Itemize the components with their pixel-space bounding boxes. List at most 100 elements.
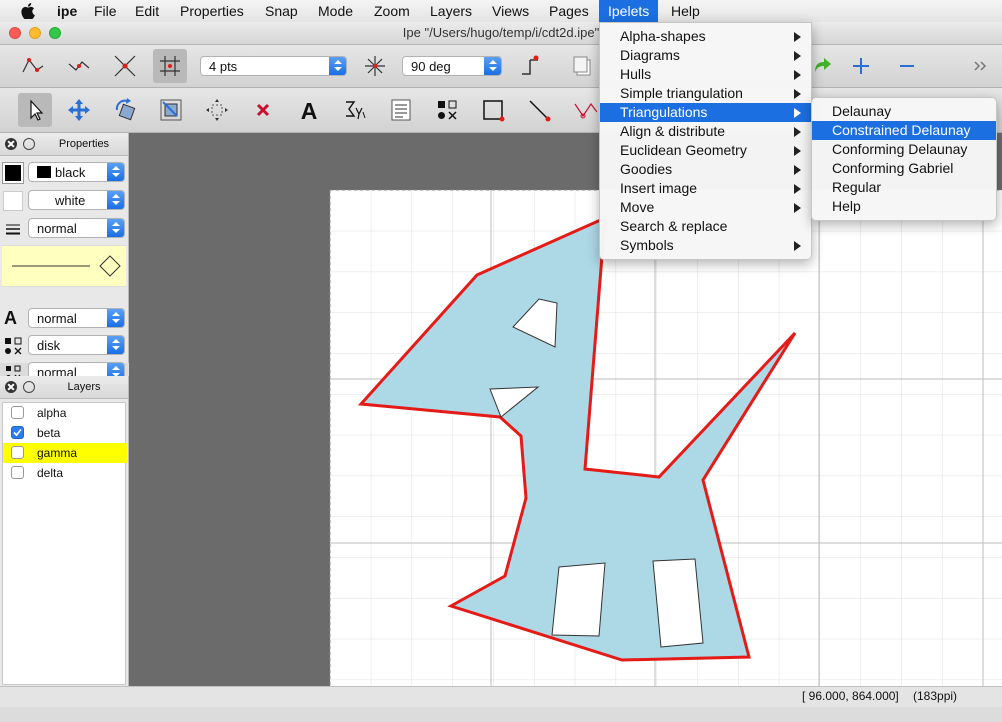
status-coordinates: [ 96.000, 864.000]: [802, 689, 899, 703]
menu-snap[interactable]: Snap: [264, 0, 299, 22]
stroke-color-swatch[interactable]: [2, 162, 24, 184]
layer-row-delta[interactable]: delta: [3, 463, 127, 483]
menu-item-label: Align & distribute: [620, 123, 726, 139]
menu-item-align-distribute[interactable]: Align & distribute: [600, 122, 811, 141]
menu-item-move[interactable]: Move: [600, 198, 811, 217]
snap-auto-button[interactable]: [513, 49, 547, 83]
copy-button[interactable]: [566, 49, 600, 83]
menu-edit[interactable]: Edit: [134, 0, 160, 22]
layers-panel-title: Layers: [67, 381, 101, 393]
menu-layers[interactable]: Layers: [429, 0, 473, 22]
menu-item-search-replace[interactable]: Search & replace: [600, 217, 811, 236]
layer-visibility-checkbox[interactable]: [11, 466, 24, 479]
mark-shape-select[interactable]: disk: [28, 335, 125, 355]
close-panel-icon[interactable]: [5, 138, 17, 150]
rotate-mode-button[interactable]: [108, 93, 142, 127]
layers-panel-header: Layers: [0, 376, 128, 399]
layer-row-beta[interactable]: beta: [3, 423, 127, 443]
menu-ipelets[interactable]: Ipelets: [599, 0, 659, 22]
line-mode-button[interactable]: [522, 93, 556, 127]
layer-visibility-checkbox[interactable]: [11, 406, 24, 419]
pen-width-icon: [4, 221, 22, 237]
rotate-icon: [115, 98, 136, 121]
submenu-item-constrained-delaunay[interactable]: Constrained Delaunay: [812, 121, 996, 140]
menu-mode[interactable]: Mode: [317, 0, 354, 22]
menu-item-diagrams[interactable]: Diagrams: [600, 46, 811, 65]
text-mode-button[interactable]: A: [292, 93, 326, 127]
snap-boundary-button[interactable]: [62, 49, 96, 83]
chevron-updown-icon: [107, 336, 124, 354]
mark-shape-value: disk: [37, 338, 61, 353]
submenu-item-regular[interactable]: Regular: [812, 178, 996, 197]
menu-item-euclidean-geometry[interactable]: Euclidean Geometry: [600, 141, 811, 160]
spline-mode-button[interactable]: [568, 93, 598, 127]
menu-item-label: Diagrams: [620, 47, 680, 63]
menu-file[interactable]: File: [93, 0, 118, 22]
toolbar-overflow-button[interactable]: [966, 49, 996, 83]
apple-icon[interactable]: [21, 3, 35, 19]
snap-toolbar: 4 pts 90 deg: [0, 45, 1002, 88]
detach-panel-icon[interactable]: [23, 381, 35, 393]
pan-mode-button[interactable]: [200, 93, 234, 127]
menu-item-symbols[interactable]: Symbols: [600, 236, 811, 255]
close-panel-icon[interactable]: [5, 381, 17, 393]
fill-color-swatch[interactable]: [3, 191, 23, 211]
snap-angle-button[interactable]: [358, 49, 392, 83]
translate-mode-button[interactable]: [62, 93, 96, 127]
select-mode-button[interactable]: [18, 93, 52, 127]
pen-width-select[interactable]: normal: [28, 218, 125, 238]
submenu-item-help[interactable]: Help: [812, 197, 996, 216]
menu-properties[interactable]: Properties: [179, 0, 245, 22]
rectangle-mode-button[interactable]: [476, 93, 510, 127]
polygon-hole[interactable]: [652, 558, 704, 648]
shred-mode-button[interactable]: [246, 93, 280, 127]
menu-item-triangulations[interactable]: Triangulations: [600, 103, 811, 122]
layer-visibility-checkbox[interactable]: [11, 446, 24, 459]
snap-vertex-button[interactable]: [16, 49, 50, 83]
fill-color-select[interactable]: white: [28, 190, 125, 210]
stretch-mode-button[interactable]: [154, 93, 188, 127]
layer-label: beta: [37, 426, 61, 440]
submenu-item-conforming-delaunay[interactable]: Conforming Delaunay: [812, 140, 996, 159]
layer-row-gamma[interactable]: gamma: [3, 443, 127, 463]
menu-item-goodies[interactable]: Goodies: [600, 160, 811, 179]
menu-item-insert-image[interactable]: Insert image: [600, 179, 811, 198]
submenu-arrow-icon: [794, 108, 801, 118]
paragraph-mode-button[interactable]: [384, 93, 418, 127]
snap-grid-button[interactable]: [153, 49, 187, 83]
math-mode-button[interactable]: [338, 93, 372, 127]
submenu-item-delaunay[interactable]: Delaunay: [812, 102, 996, 121]
zoom-in-button[interactable]: [844, 49, 878, 83]
polygon-hole[interactable]: [551, 562, 606, 637]
line-arrow-preview-icon: [12, 255, 121, 277]
zoom-out-button[interactable]: [890, 49, 924, 83]
app-menu[interactable]: ipe: [54, 0, 80, 22]
stroke-color-select[interactable]: black: [28, 162, 125, 182]
snap-grid-icon: [160, 56, 180, 76]
layer-row-alpha[interactable]: alpha: [3, 403, 127, 423]
stretch-icon: [160, 99, 182, 121]
layer-visibility-checkbox[interactable]: [11, 426, 24, 439]
line-style-preview[interactable]: [2, 245, 126, 287]
menu-item-simple-triangulation[interactable]: Simple triangulation: [600, 84, 811, 103]
grid-size-value: 4 pts: [209, 59, 238, 74]
menu-help[interactable]: Help: [670, 0, 701, 22]
marks-mode-button[interactable]: [430, 93, 464, 127]
menu-item-alpha-shapes[interactable]: Alpha-shapes: [600, 27, 811, 46]
menu-views[interactable]: Views: [491, 0, 530, 22]
menu-zoom[interactable]: Zoom: [373, 0, 411, 22]
menu-pages[interactable]: Pages: [548, 0, 590, 22]
submenu-item-label: Delaunay: [832, 103, 892, 119]
grid-size-select[interactable]: 4 pts: [200, 56, 347, 76]
menu-item-hulls[interactable]: Hulls: [600, 65, 811, 84]
submenu-arrow-icon: [794, 32, 801, 42]
angle-size-select[interactable]: 90 deg: [402, 56, 502, 76]
detach-panel-icon[interactable]: [23, 138, 35, 150]
submenu-item-conforming-gabriel[interactable]: Conforming Gabriel: [812, 159, 996, 178]
triangulations-submenu: Delaunay Constrained Delaunay Conforming…: [811, 97, 997, 221]
select-icon: [30, 99, 44, 121]
status-resolution: (183ppi): [913, 689, 958, 703]
snap-intersection-button[interactable]: [108, 49, 142, 83]
menu-item-label: Triangulations: [620, 104, 708, 120]
text-size-select[interactable]: normal: [28, 308, 125, 328]
